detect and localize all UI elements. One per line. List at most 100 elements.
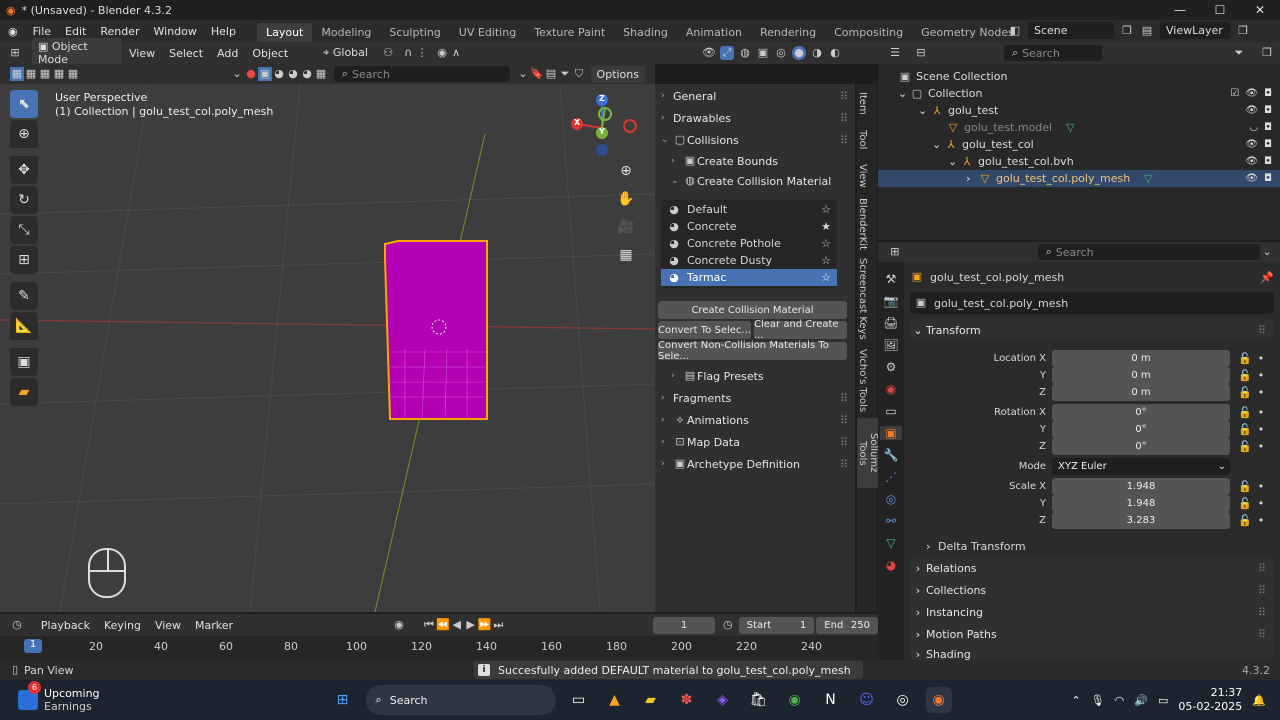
timeline-ruler[interactable]: 1 20 40 60 80 100 120 140 160 180 200 22… [0,636,878,660]
add-cube-tool-icon[interactable]: ▣ [10,348,38,376]
microphone-icon[interactable]: 🎙 [1091,694,1105,707]
xray-icon[interactable]: ▣ [756,46,770,60]
filter-sphere3-icon[interactable]: ◕ [300,67,314,81]
collection-tab-icon[interactable]: ▭ [885,404,896,418]
menu-select[interactable]: Select [162,47,210,60]
extra-tool-icon[interactable]: ▰ [10,378,38,406]
falloff-icon[interactable]: ∧ [449,46,463,60]
discord-app-icon[interactable]: ☺ [854,687,880,713]
convert-to-selected-button[interactable]: Convert To Selec... [658,321,751,339]
scene-tab-icon[interactable]: ⚙ [886,360,897,374]
tree-row-collection[interactable]: ⌄ ▢ Collection ☑ 👁 ◘ [878,85,1280,102]
list-item[interactable]: ◕ Concrete Dusty ☆ [661,252,837,269]
pivot-icon[interactable]: ⚇ [381,46,395,60]
3d-viewport[interactable]: User Perspective (1) Collection | golu_t… [0,84,655,612]
object-tab-icon[interactable]: ▣ [880,426,902,440]
rotation-z-field[interactable]: 0° [1052,438,1230,455]
tab-sollumz-tools[interactable]: Sollumz Tools [857,418,879,488]
scale-z-field[interactable]: 3.283 [1052,512,1230,529]
data-tab-icon[interactable]: ▽ [886,536,895,550]
create-collision-material-button[interactable]: Create Collision Material [658,301,847,319]
drag-grip-icon[interactable]: ⠿ [1258,584,1266,597]
tab-vichos-tools[interactable]: Vicho's Tools [857,344,868,418]
new-collection-icon[interactable]: ❐ [1260,46,1274,60]
notion-app-icon[interactable]: N [818,687,844,713]
tab-texture-paint[interactable]: Texture Paint [525,23,614,42]
lock-icon[interactable]: 🔓 [1238,440,1252,453]
select-tool-icon[interactable]: ⬉ [10,90,38,118]
drag-grip-icon[interactable]: ⠿ [1258,562,1266,575]
menu-object[interactable]: Object [245,47,295,60]
section-map-data[interactable]: › ⊡ Map Data ⠿ [655,431,855,453]
rendered-shading-icon[interactable]: ◐ [828,46,842,60]
transform-section[interactable]: ⌄ Transform ⠿ [910,319,1274,341]
modifier-tab-icon[interactable]: 🔧 [884,448,899,462]
list-item-selected[interactable]: ◕ Tarmac ☆ [661,269,837,286]
list-item[interactable]: ◕ Concrete Pothole ☆ [661,235,837,252]
subsection-create-bounds[interactable]: › ▣ Create Bounds [655,151,855,171]
blender-menu-icon[interactable]: ◉ [0,25,26,38]
filter-sphere-icon[interactable]: ◕ [272,67,286,81]
lock-icon[interactable]: 🔓 [1238,480,1252,493]
maximize-button[interactable]: ☐ [1200,3,1240,17]
menu-keying[interactable]: Keying [97,619,148,632]
layout-icon[interactable]: ▤ [544,67,558,81]
lock-icon[interactable]: 🔓 [1238,497,1252,510]
tab-animation[interactable]: Animation [677,23,751,42]
overlay-icon[interactable]: ◍ [738,46,752,60]
scene-selector[interactable]: Scene [1028,22,1114,39]
camera-icon[interactable]: 🎥 [615,216,637,238]
lock-icon[interactable]: 🔓 [1238,423,1252,436]
filter-sphere2-icon[interactable]: ◕ [286,67,300,81]
drag-grip-icon[interactable]: ⠿ [1258,628,1266,641]
section-archetype-definition[interactable]: › ▣ Archetype Definition ⠿ [655,453,855,475]
zoom-icon[interactable]: ⊕ [615,160,637,182]
tab-screencast-keys[interactable]: Screencast Keys [857,254,868,344]
new-scene-icon[interactable]: ❐ [1120,24,1134,38]
menu-edit[interactable]: Edit [58,25,93,38]
menu-add[interactable]: Add [210,47,245,60]
notification-bell-icon[interactable]: 🔔 [1252,694,1266,707]
obs-app-icon[interactable]: ◎ [890,687,916,713]
tab-sculpting[interactable]: Sculpting [380,23,449,42]
clock[interactable]: 21:37 05-02-2025 [1178,686,1242,714]
pan-hand-icon[interactable]: ✋ [615,188,637,210]
windows-start-icon[interactable]: ⊞ [330,687,356,713]
eye-icon[interactable]: 👁 [1245,173,1258,184]
world-tab-icon[interactable]: ◉ [886,382,896,396]
location-z-field[interactable]: 0 m [1052,384,1230,401]
tree-row-golu-test-col[interactable]: ⌄ ⅄ golu_test_col 👁 ◘ [878,136,1280,153]
menu-timeline-view[interactable]: View [148,619,188,632]
dropdown-arrow-icon[interactable]: ⌄ [230,67,244,81]
view-layer-selector[interactable]: ViewLayer [1160,22,1230,39]
scale-x-field[interactable]: 1.948 [1052,478,1230,495]
eye-icon[interactable]: 👁 [1245,156,1258,167]
list-item[interactable]: ◕ Concrete ★ [661,218,837,235]
drag-grip-icon[interactable]: ⠿ [840,458,848,471]
clear-and-create-button[interactable]: Clear and Create ... [754,319,847,341]
menu-help[interactable]: Help [204,25,243,38]
prev-keyframe-icon[interactable]: ⏪ [436,618,450,632]
play-icon[interactable]: ▶ [464,618,478,632]
snap-icon[interactable]: ∩ [401,46,415,60]
favorite-star-filled-icon[interactable]: ★ [821,220,831,233]
tab-rendering[interactable]: Rendering [751,23,825,42]
eye-icon[interactable]: 👁 [1245,88,1258,99]
navigation-gizmo[interactable]: Z X Y [565,92,640,162]
tree-row-poly-mesh-selected[interactable]: › ▽ golu_test_col.poly_mesh ▽ 👁 ◘ [878,170,1280,187]
color-wheel-icon[interactable]: ● [244,67,258,81]
properties-editor-icon[interactable]: ⊞ [888,245,902,259]
render-tab-icon[interactable]: 📷 [884,294,899,308]
tool-tab-icon[interactable]: ⚒ [886,272,897,286]
task-view-icon[interactable]: ▭ [566,687,592,713]
tree-row-golu-test-col-bvh[interactable]: ⌄ ⅄ golu_test_col.bvh 👁 ◘ [878,153,1280,170]
rotate-tool-icon[interactable]: ↻ [10,186,38,214]
delta-transform-section[interactable]: › Delta Transform [910,535,1274,557]
physics-tab-icon[interactable]: ◎ [886,492,896,506]
output-tab-icon[interactable]: 🖨 [883,316,898,330]
clock-icon[interactable]: ◷ [721,618,735,632]
file-explorer-icon[interactable]: ▰ [638,687,664,713]
eye-icon[interactable]: 👁 [1245,139,1258,150]
menu-playback[interactable]: Playback [34,619,97,632]
shield-icon[interactable]: ⛉ [572,67,586,81]
